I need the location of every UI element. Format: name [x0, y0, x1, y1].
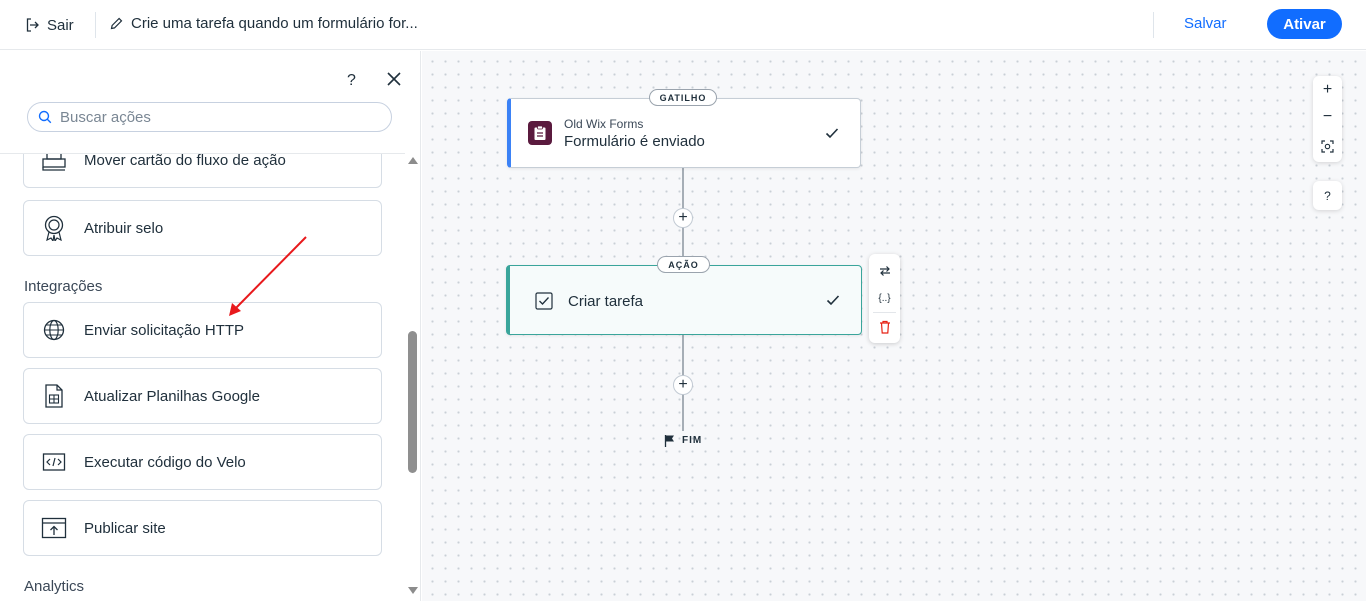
flag-icon: [664, 435, 674, 447]
task-checkbox-icon: [535, 292, 553, 310]
move-card-icon: [24, 154, 84, 171]
actions-list: Mover cartão do fluxo de ação Atribuir s…: [0, 153, 405, 601]
action-card-google-sheets[interactable]: Atualizar Planilhas Google: [23, 368, 382, 424]
action-label: Atualizar Planilhas Google: [84, 387, 260, 405]
action-card-publish-site[interactable]: Publicar site: [23, 500, 382, 556]
sidebar-scrollbar[interactable]: [405, 153, 420, 601]
save-button[interactable]: Salvar: [1184, 15, 1227, 32]
braces-icon: {..}: [878, 292, 891, 304]
check-icon: [826, 295, 840, 306]
top-bar: Sair Crie uma tarefa quando um formulári…: [0, 0, 1366, 50]
zoom-out-button[interactable]: −: [1313, 103, 1342, 131]
flow-end-marker: FIM: [664, 434, 702, 447]
action-label: Publicar site: [84, 519, 166, 537]
action-label: Executar código do Velo: [84, 453, 246, 471]
trigger-event-name: Formulário é enviado: [564, 133, 705, 150]
action-tag: AÇÃO: [657, 256, 710, 273]
action-card-badge[interactable]: Atribuir selo: [23, 200, 382, 256]
action-card-velo-code[interactable]: Executar código do Velo: [23, 434, 382, 490]
action-node[interactable]: Criar tarefa: [506, 265, 862, 335]
divider: [1153, 12, 1154, 38]
search-input[interactable]: [60, 108, 360, 126]
scroll-up-arrow[interactable]: [408, 157, 418, 164]
badge-icon: [24, 215, 84, 241]
divider: [95, 12, 96, 38]
pencil-icon: [110, 17, 123, 30]
exit-button[interactable]: Sair: [26, 15, 74, 35]
scrollbar-thumb[interactable]: [408, 331, 417, 473]
section-heading-analytics: Analytics: [24, 578, 85, 595]
section-heading-integrations: Integrações: [24, 278, 103, 295]
close-icon[interactable]: [386, 71, 402, 87]
zoom-controls: + −: [1313, 76, 1342, 162]
node-toolbar: {..}: [869, 254, 900, 343]
fit-to-screen-button[interactable]: [1313, 132, 1342, 160]
trigger-app-name: Old Wix Forms: [564, 117, 644, 131]
code-icon: [24, 452, 84, 472]
delete-action-button[interactable]: [869, 314, 900, 340]
annotation-arrow-icon: [229, 236, 307, 316]
spreadsheet-icon: [24, 384, 84, 408]
add-step-button[interactable]: +: [673, 375, 693, 395]
actions-panel: ? Mover cartão do fluxo de ação: [0, 51, 421, 601]
swap-icon: [879, 266, 890, 276]
focus-icon: [1321, 139, 1334, 153]
action-label: Mover cartão do fluxo de ação: [84, 153, 286, 169]
action-label: Criar tarefa: [568, 293, 644, 310]
exit-icon: [26, 18, 39, 32]
replace-action-button[interactable]: [869, 258, 900, 284]
trash-icon: [879, 320, 890, 334]
search-icon: [38, 110, 52, 124]
divider: [873, 312, 896, 313]
publish-site-icon: [24, 517, 84, 539]
action-card-http-request[interactable]: Enviar solicitação HTTP: [23, 302, 382, 358]
help-button[interactable]: ?: [347, 72, 356, 90]
action-label: Atribuir selo: [84, 219, 164, 237]
scroll-down-arrow[interactable]: [408, 587, 418, 594]
variables-button[interactable]: {..}: [869, 285, 900, 311]
check-icon: [825, 128, 839, 139]
end-label: FIM: [682, 435, 703, 446]
add-step-button[interactable]: +: [673, 208, 693, 228]
trigger-node[interactable]: Old Wix Forms Formulário é enviado: [507, 98, 861, 168]
automation-title[interactable]: Crie uma tarefa quando um formulário for…: [110, 15, 418, 32]
search-field[interactable]: [27, 102, 392, 132]
exit-label: Sair: [47, 16, 74, 34]
form-app-icon: [528, 121, 552, 145]
activate-button[interactable]: Ativar: [1267, 9, 1342, 39]
action-card-move-card[interactable]: Mover cartão do fluxo de ação: [23, 153, 382, 188]
trigger-tag: GATILHO: [649, 89, 717, 106]
automation-title-text: Crie uma tarefa quando um formulário for…: [131, 15, 418, 32]
globe-icon: [24, 319, 84, 341]
canvas-help-button[interactable]: ?: [1313, 181, 1342, 210]
zoom-in-button[interactable]: +: [1313, 76, 1342, 104]
